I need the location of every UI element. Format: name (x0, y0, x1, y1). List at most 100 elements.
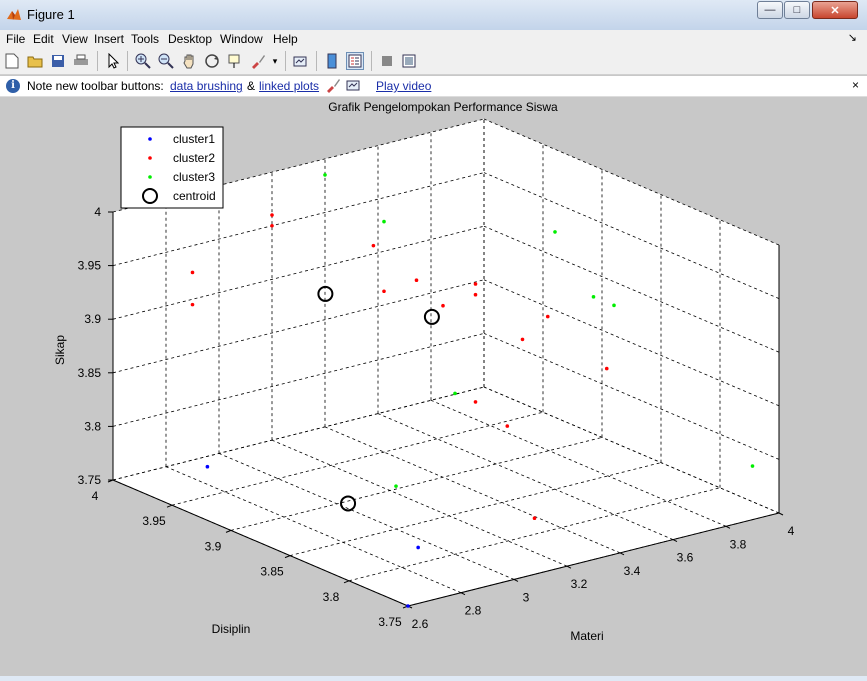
z-tick-label: 3.95 (78, 259, 102, 273)
cluster2-point (371, 243, 376, 248)
cluster2-point (382, 289, 386, 294)
close-infobar-icon[interactable]: × (852, 78, 859, 92)
maximize-button[interactable]: □ (784, 1, 810, 19)
x-tick (513, 578, 519, 582)
rotate-3d-icon[interactable] (203, 52, 221, 70)
x-tick-label: 3.4 (624, 564, 641, 578)
z-axis-label: Sikap (53, 335, 67, 365)
cluster3-point (453, 391, 457, 396)
open-file-icon[interactable] (26, 52, 44, 70)
linked-plot-icon (345, 77, 361, 96)
zoom-out-icon[interactable] (157, 52, 175, 70)
toolbar-separator (127, 51, 128, 71)
y-tick (225, 529, 232, 533)
edit-plot-arrow-icon[interactable] (104, 52, 122, 70)
menu-file[interactable]: File (6, 32, 25, 46)
window-bottom-edge (0, 676, 867, 681)
dock-arrow-icon[interactable]: ↘ (848, 31, 857, 44)
cluster3-point (553, 230, 557, 234)
cluster2-point (441, 303, 445, 308)
y-tick-label: 3.9 (205, 539, 222, 553)
print-icon[interactable] (72, 52, 90, 70)
y-tick-label: 3.85 (260, 565, 284, 579)
menu-view[interactable]: View (62, 32, 88, 46)
new-figure-icon[interactable] (3, 52, 21, 70)
legend-label-cluster3: cluster3 (173, 170, 215, 184)
cluster2-point (190, 270, 195, 275)
info-icon: i (6, 79, 20, 93)
menu-help[interactable]: Help (273, 32, 298, 46)
chart-title: Grafik Pengelompokan Performance Siswa (328, 100, 558, 114)
cluster2-point (545, 314, 550, 319)
minimize-button[interactable]: — (757, 1, 783, 19)
cluster2-point (604, 366, 609, 371)
x-tick (725, 525, 731, 529)
y-tick-label: 3.8 (323, 590, 340, 604)
cluster3-point (612, 303, 616, 308)
x-tick (672, 539, 678, 543)
window-title: Figure 1 (27, 7, 75, 22)
legend-label-cluster2: cluster2 (173, 151, 215, 165)
insert-colorbar-icon[interactable] (323, 52, 341, 70)
cluster2-point (473, 400, 478, 404)
scatter3-chart[interactable]: 2.6 2.8 3 3.2 3.4 3.6 3.8 4 3.75 3.8 3.85 3.9 3.95 4 3… (4, 97, 863, 676)
cluster3-point (591, 295, 596, 299)
z-tick-label: 4 (94, 205, 101, 219)
zoom-in-icon[interactable] (134, 52, 152, 70)
menu-insert[interactable]: Insert (94, 32, 124, 46)
y-tick (284, 555, 291, 559)
cluster2-point (520, 337, 525, 342)
x-tick (460, 592, 466, 596)
data-brushing-link[interactable]: data brushing (170, 79, 243, 93)
x-axis-label: Materi (570, 629, 603, 643)
hide-plot-tools-icon[interactable] (378, 52, 396, 70)
x-tick-label: 3 (523, 590, 530, 604)
z-tick-label: 3.8 (84, 419, 101, 433)
menu-tools[interactable]: Tools (131, 32, 159, 46)
menubar: File Edit View Insert Tools Desktop Wind… (0, 30, 867, 48)
legend-label-cluster1: cluster1 (173, 132, 215, 146)
linked-plots-link[interactable]: linked plots (259, 79, 319, 93)
toolbar-separator (285, 51, 286, 71)
cluster3-point (394, 484, 398, 488)
menu-edit[interactable]: Edit (33, 32, 54, 46)
z-tick-label: 3.75 (78, 473, 102, 487)
info-bar: i Note new toolbar buttons: data brushin… (0, 76, 867, 97)
z-tick-label: 3.9 (84, 312, 101, 326)
cluster1-point (416, 545, 420, 550)
x-tick-label: 4 (788, 524, 795, 538)
play-video-link[interactable]: Play video (376, 79, 431, 93)
pan-hand-icon[interactable] (180, 52, 198, 70)
data-cursor-icon[interactable] (226, 52, 244, 70)
show-plot-tools-icon[interactable] (400, 52, 418, 70)
legend-marker-cluster1 (148, 137, 152, 141)
x-tick-label: 3.8 (730, 537, 747, 551)
legend-label-centroid: centroid (173, 189, 216, 203)
legend[interactable]: cluster1 cluster2 cluster3 centroid (120, 126, 224, 209)
brush-dropdown-icon[interactable]: ▾ (270, 52, 280, 70)
cluster2-point (270, 213, 274, 217)
x-tick-label: 3.2 (571, 577, 588, 591)
cluster3-point (382, 219, 386, 224)
cluster2-point (190, 302, 195, 307)
brush-icon[interactable] (249, 52, 267, 70)
legend-marker-cluster3 (148, 175, 152, 179)
y-tick (343, 580, 350, 584)
cluster1-point (406, 604, 410, 608)
menu-desktop[interactable]: Desktop (168, 32, 212, 46)
save-icon[interactable] (49, 52, 67, 70)
x-tick (619, 552, 625, 556)
menu-window[interactable]: Window (220, 32, 263, 46)
x-tick-label: 2.8 (465, 604, 482, 618)
figure-canvas: 2.6 2.8 3 3.2 3.4 3.6 3.8 4 3.75 3.8 3.85 3.9 3.95 4 3… (4, 97, 863, 676)
x-tick (778, 512, 784, 516)
insert-legend-icon[interactable] (346, 52, 364, 70)
toolbar: ▾ (0, 48, 867, 75)
x-tick (566, 565, 572, 569)
info-ampersand: & (247, 79, 256, 93)
link-plot-icon[interactable] (291, 52, 309, 70)
close-window-button[interactable]: ✕ (812, 1, 858, 19)
toolbar-separator (97, 51, 98, 71)
info-text: Note new toolbar buttons: (27, 79, 164, 93)
cluster2-point (414, 278, 419, 283)
